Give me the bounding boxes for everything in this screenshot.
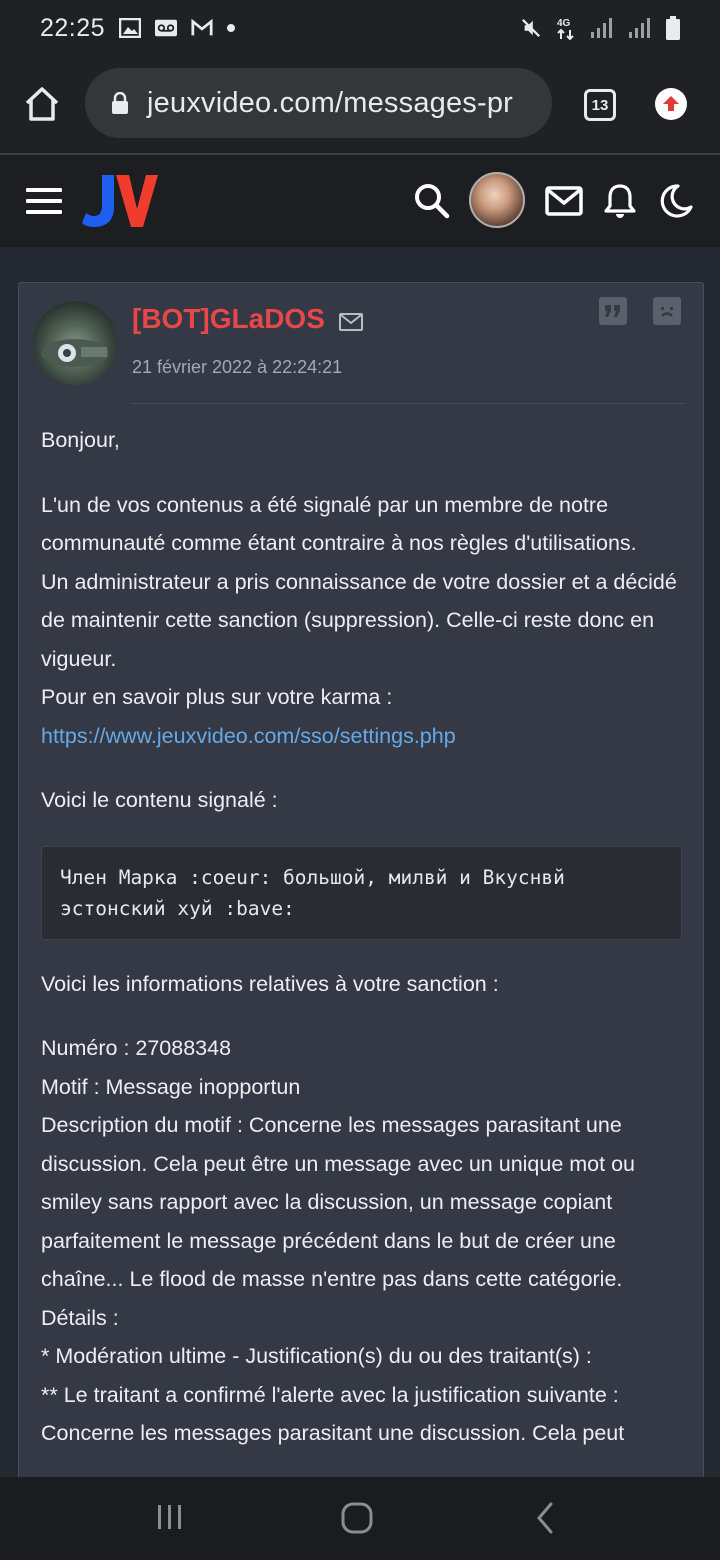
signal-icon: [591, 18, 612, 38]
dot-icon: [227, 24, 236, 32]
svg-text:4G: 4G: [557, 18, 571, 29]
karma-link[interactable]: https://www.jeuxvideo.com/sso/settings.p…: [41, 724, 456, 748]
system-nav-bar: [0, 1477, 720, 1560]
lock-icon: [112, 92, 128, 114]
author-name[interactable]: [BOT]GLaDOS: [132, 303, 325, 335]
motif-description: Description du motif : Concerne les mess…: [41, 1113, 636, 1291]
message-card: [BOT]GLaDOS 21 février 2022 à 22:24:21 B…: [18, 282, 704, 1532]
report-button[interactable]: [653, 297, 681, 325]
karma-notice: Pour en savoir plus sur votre karma :: [41, 685, 393, 709]
mail-icon[interactable]: [544, 181, 584, 221]
url-text: jeuxvideo.com/messages-pr: [147, 86, 514, 119]
moderation-line: * Modération ultime - Justification(s) d…: [41, 1344, 592, 1368]
sanction-motif: Motif : Message inopportun: [41, 1074, 301, 1099]
clock: 22:25: [40, 13, 106, 42]
recent-apps-icon[interactable]: [155, 1501, 185, 1533]
back-icon[interactable]: [533, 1501, 557, 1535]
quote-icon: [605, 305, 620, 317]
author-avatar[interactable]: [33, 301, 117, 385]
notification-icons: [119, 18, 236, 38]
greeting: Bonjour,: [41, 428, 120, 452]
gmail-icon: [191, 18, 213, 36]
bell-icon[interactable]: [600, 181, 640, 221]
sanction-number: Numéro : 27088348: [41, 1036, 232, 1060]
search-icon[interactable]: [412, 181, 452, 221]
details-label: Détails :: [41, 1305, 119, 1330]
sanction-label: Voici les informations relatives à votre…: [41, 971, 499, 996]
status-bar: 22:25 4G: [0, 0, 720, 56]
card-divider: [132, 403, 684, 404]
voicemail-icon: [155, 19, 178, 37]
decision-notice: Un administrateur a pris connaissance de…: [41, 569, 677, 671]
reported-label: Voici le contenu signalé :: [41, 788, 278, 812]
message-body: Bonjour, L'un de vos contenus a été sign…: [41, 421, 691, 1453]
4g-icon: 4G: [557, 18, 574, 40]
system-icons: 4G: [520, 16, 680, 40]
jv-logo[interactable]: [82, 171, 162, 229]
site-header: [0, 155, 720, 247]
moon-icon[interactable]: [656, 181, 696, 221]
browser-toolbar: jeuxvideo.com/messages-pr 13: [0, 56, 720, 153]
battery-icon: [666, 16, 680, 40]
avatar[interactable]: [469, 172, 525, 228]
intro-paragraph: L'un de vos contenus a été signalé par u…: [41, 486, 691, 756]
address-bar[interactable]: jeuxvideo.com/messages-pr: [85, 68, 552, 138]
home-icon[interactable]: [22, 84, 62, 124]
message-date: 21 février 2022 à 22:24:21: [132, 357, 343, 377]
send-mp-icon[interactable]: [339, 313, 363, 331]
signal-icon: [629, 18, 650, 38]
report-notice: L'un de vos contenus a été signalé par u…: [41, 492, 637, 556]
avatar-image: [41, 339, 109, 367]
menu-icon[interactable]: [26, 188, 62, 214]
arrow-up-icon: [663, 96, 679, 111]
image-icon: [119, 18, 142, 38]
quote-button[interactable]: [599, 297, 627, 325]
traitant-line: ** Le traitant a confirmé l'alerte avec …: [41, 1382, 619, 1407]
update-button[interactable]: [655, 88, 687, 120]
home-nav-icon[interactable]: [340, 1501, 374, 1535]
mute-icon: [522, 19, 540, 37]
traitant-justification: Concerne les messages parasitant une dis…: [41, 1421, 625, 1445]
tab-switcher-button[interactable]: 13: [584, 89, 616, 121]
sanction-details: Numéro : 27088348 Motif : Message inoppo…: [41, 1029, 691, 1453]
reported-content: Член Марка :coeur: большой, милвй и Вкус…: [41, 845, 682, 940]
sad-face-icon: [661, 307, 673, 317]
